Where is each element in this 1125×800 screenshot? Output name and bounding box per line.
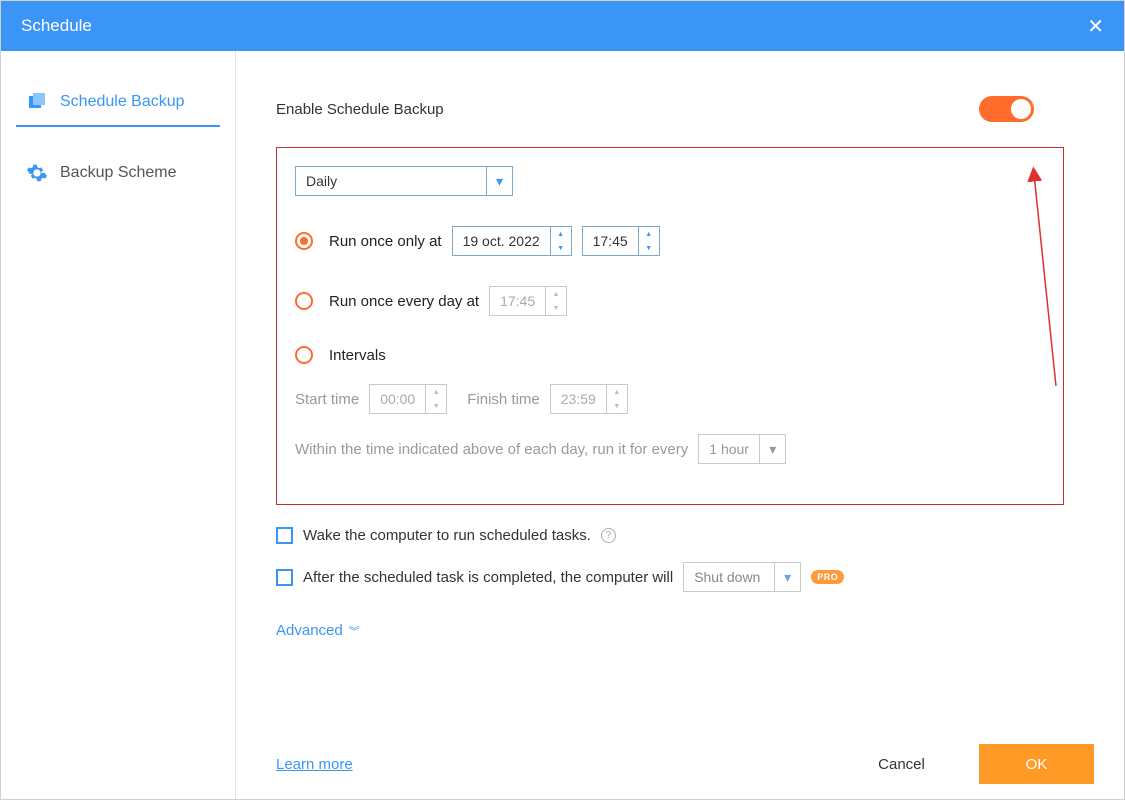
chevron-down-icon[interactable]: ▾ — [759, 435, 785, 463]
finish-time-label: Finish time — [467, 391, 540, 408]
intervals-label: Intervals — [329, 347, 386, 364]
after-task-row: After the scheduled task is completed, t… — [276, 562, 1064, 592]
sidebar: Schedule Backup Backup Scheme — [1, 51, 236, 799]
start-time-input[interactable]: 00:00 ▲▼ — [369, 384, 447, 414]
window-title: Schedule — [21, 16, 92, 36]
spin-up-icon[interactable]: ▲ — [546, 287, 566, 301]
spin-down-icon[interactable]: ▼ — [426, 399, 446, 413]
within-text: Within the time indicated above of each … — [295, 441, 688, 458]
run-once-date-input[interactable]: 19 oct. 2022 ▲▼ — [452, 226, 572, 256]
learn-more-link[interactable]: Learn more — [276, 756, 353, 773]
spin-up-icon[interactable]: ▲ — [426, 385, 446, 399]
intervals-radio[interactable] — [295, 346, 313, 364]
dialog-body: Schedule Backup Backup Scheme Enable Sch… — [1, 51, 1124, 799]
wake-checkbox[interactable] — [276, 527, 293, 544]
enable-label: Enable Schedule Backup — [276, 101, 444, 118]
run-once-only-label: Run once only at — [329, 233, 442, 250]
wake-label: Wake the computer to run scheduled tasks… — [303, 527, 591, 544]
interval-every-dropdown[interactable]: 1 hour ▾ — [698, 434, 786, 464]
gear-icon — [26, 162, 48, 184]
spin-up-icon[interactable]: ▲ — [607, 385, 627, 399]
sidebar-item-backup-scheme[interactable]: Backup Scheme — [1, 152, 235, 194]
run-once-only-radio[interactable] — [295, 232, 313, 250]
spin-down-icon[interactable]: ▼ — [607, 399, 627, 413]
close-icon[interactable]: ✕ — [1087, 14, 1104, 39]
intervals-row: Intervals — [295, 346, 1045, 364]
frequency-dropdown[interactable]: Daily ▾ — [295, 166, 513, 196]
ok-button[interactable]: OK — [979, 744, 1094, 784]
finish-time-input[interactable]: 23:59 ▲▼ — [550, 384, 628, 414]
sidebar-item-schedule-backup[interactable]: Schedule Backup — [16, 81, 220, 127]
start-time-label: Start time — [295, 391, 359, 408]
titlebar: Schedule ✕ — [1, 1, 1124, 51]
spin-down-icon[interactable]: ▼ — [551, 241, 571, 255]
after-task-label: After the scheduled task is completed, t… — [303, 569, 673, 586]
main-panel: Enable Schedule Backup Daily ▾ Run once … — [236, 51, 1124, 799]
footer: Learn more Cancel OK — [236, 729, 1124, 799]
schedule-backup-icon — [26, 91, 48, 113]
run-once-only-row: Run once only at 19 oct. 2022 ▲▼ 17:45 ▲… — [295, 226, 1045, 256]
chevron-down-double-icon: ︾ — [349, 623, 360, 639]
help-icon[interactable]: ? — [601, 528, 616, 543]
wake-row: Wake the computer to run scheduled tasks… — [276, 527, 1064, 544]
cancel-button[interactable]: Cancel — [844, 744, 959, 784]
spin-down-icon[interactable]: ▼ — [546, 301, 566, 315]
intervals-times-row: Start time 00:00 ▲▼ Finish time 23:59 ▲▼ — [295, 384, 1045, 414]
run-once-daily-row: Run once every day at 17:45 ▲▼ — [295, 286, 1045, 316]
enable-row: Enable Schedule Backup — [276, 96, 1064, 122]
schedule-dialog: Schedule ✕ Schedule Backup Backup Scheme… — [0, 0, 1125, 800]
run-once-time-input[interactable]: 17:45 ▲▼ — [582, 226, 660, 256]
chevron-down-icon[interactable]: ▾ — [774, 563, 800, 591]
sidebar-item-label: Backup Scheme — [60, 164, 177, 182]
intervals-every-row: Within the time indicated above of each … — [295, 434, 1045, 464]
spin-down-icon[interactable]: ▼ — [639, 241, 659, 255]
footer-buttons: Cancel OK — [844, 744, 1094, 784]
spin-up-icon[interactable]: ▲ — [551, 227, 571, 241]
advanced-link[interactable]: Advanced ︾ — [276, 622, 360, 639]
schedule-options-box: Daily ▾ Run once only at 19 oct. 2022 ▲▼… — [276, 147, 1064, 505]
run-once-daily-label: Run once every day at — [329, 293, 479, 310]
after-task-checkbox[interactable] — [276, 569, 293, 586]
run-once-daily-radio[interactable] — [295, 292, 313, 310]
run-once-daily-time-input[interactable]: 17:45 ▲▼ — [489, 286, 567, 316]
frequency-value: Daily — [296, 173, 486, 189]
enable-toggle[interactable] — [979, 96, 1034, 122]
post-action-dropdown[interactable]: Shut down ▾ — [683, 562, 801, 592]
chevron-down-icon[interactable]: ▾ — [486, 167, 512, 195]
spin-up-icon[interactable]: ▲ — [639, 227, 659, 241]
pro-badge: PRO — [811, 570, 844, 584]
sidebar-item-label: Schedule Backup — [60, 93, 185, 111]
